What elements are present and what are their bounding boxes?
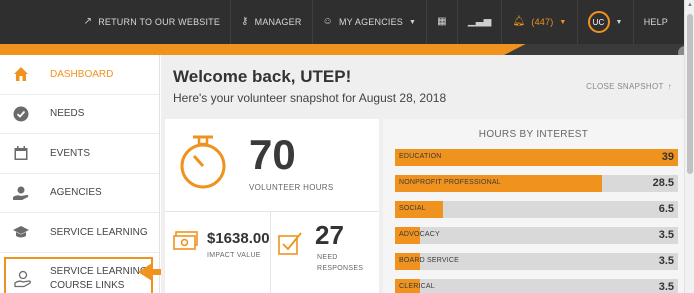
my-agencies-label: MY AGENCIES [338, 17, 404, 27]
sidebar-item-label: DASHBOARD [50, 68, 114, 80]
page-scrollbar[interactable]: ▲ [684, 0, 694, 293]
collapse-icon: ↑ [667, 82, 672, 91]
sidebar-item-label: NEEDS [50, 108, 85, 120]
sidebar-item-label: SERVICE LEARNING COURSE LINKS [50, 265, 148, 291]
hand-heart-icon [12, 184, 30, 202]
sidebar-item-label: SERVICE LEARNING [50, 226, 148, 238]
volunteer-hours-label: VOLUNTEER HOURS [249, 183, 334, 192]
scroll-up-icon[interactable]: ▲ [687, 2, 693, 8]
main-content: Welcome back, UTEP! Here's your voluntee… [161, 55, 684, 293]
page-title: Welcome back, UTEP! [173, 67, 352, 86]
manager-label: MANAGER [254, 17, 302, 27]
bell-icon: 🔔︎ [512, 16, 526, 27]
top-nav-bar: ↗ RETURN TO OUR WEBSITE ⚷ MANAGER ☺ MY A… [0, 0, 684, 44]
impact-value: $1638.00 [207, 230, 270, 247]
sidebar-item-service-learning-course-links[interactable]: SERVICE LEARNING COURSE LINKS [4, 256, 153, 293]
users-icon: ☺ [322, 16, 333, 27]
interest-bar-label: SOCIAL [399, 205, 426, 212]
notifications-count: (447) [531, 17, 554, 27]
return-to-website-label: RETURN TO OUR WEBSITE [98, 17, 221, 27]
my-agencies-dropdown[interactable]: ☺ MY AGENCIES ▼ [311, 0, 427, 44]
check-circle-icon [12, 105, 30, 123]
interest-bar-value: 3.5 [658, 281, 674, 293]
calendar-icon [12, 144, 30, 162]
sidebar-item-needs[interactable]: NEEDS [0, 95, 159, 134]
stopwatch-icon [180, 135, 226, 189]
volunteer-hours-value: 70 [249, 131, 296, 178]
sidebar-item-events[interactable]: EVENTS [0, 134, 159, 174]
sidebar: DASHBOARD NEEDS EVENTS AGENCIES SERVICE … [0, 55, 160, 293]
interest-bar-row: SOCIAL 6.5 [395, 201, 678, 218]
interest-bar-label: CLERICAL [399, 283, 435, 290]
need-responses-label: NEED RESPONSES [317, 254, 364, 273]
hand-link-icon [14, 270, 32, 288]
snapshot-subtitle: Here's your volunteer snapshot for Augus… [173, 91, 447, 105]
hours-by-interest-title: HOURS BY INTEREST [478, 129, 589, 140]
home-icon [12, 65, 30, 83]
interest-bar-label: BOARD SERVICE [399, 257, 460, 264]
chevron-down-icon: ▼ [409, 18, 417, 26]
checkbox-icon [278, 232, 302, 255]
interest-bar-label: ADVOCACY [399, 231, 440, 238]
interest-bar-row: BOARD SERVICE 3.5 [395, 253, 678, 270]
user-menu[interactable]: UC ▼ [576, 0, 633, 44]
interest-bar-value: 3.5 [658, 255, 674, 267]
interest-bar-label: EDUCATION [399, 153, 442, 160]
interest-bar-row: EDUCATION 39 [395, 149, 678, 166]
calendar-icon: ▦ [437, 16, 447, 27]
sidebar-item-label: AGENCIES [50, 187, 102, 199]
interest-bar-row: ADVOCACY 3.5 [395, 227, 678, 244]
money-icon [173, 231, 198, 250]
chevron-down-icon: ▼ [615, 18, 623, 26]
header-wedge [504, 44, 684, 55]
interest-bar-value: 28.5 [652, 177, 674, 189]
manager-link[interactable]: ⚷ MANAGER [230, 0, 311, 44]
interest-bar-label: NONPROFIT PROFESSIONAL [399, 179, 501, 186]
divider [270, 212, 271, 293]
interest-bar-value: 6.5 [658, 203, 674, 215]
help-link[interactable]: HELP [632, 0, 678, 44]
need-responses-value: 27 [315, 220, 344, 250]
help-label: HELP [643, 17, 668, 27]
chart-icon: ▁▃▅ [467, 16, 492, 27]
notifications-dropdown[interactable]: 🔔︎ (447) ▼ [501, 0, 576, 44]
sidebar-item-dashboard[interactable]: DASHBOARD [0, 55, 159, 95]
impact-needs-row: $1638.00 IMPACT VALUE 27 NEED RESPONSES [165, 211, 379, 293]
external-link-icon: ↗ [83, 16, 93, 27]
header-accent-strip [0, 44, 684, 55]
key-icon: ⚷ [241, 16, 249, 27]
sidebar-item-agencies[interactable]: AGENCIES [0, 174, 159, 213]
interest-bar-row: NONPROFIT PROFESSIONAL 28.5 [395, 175, 678, 192]
impact-label: IMPACT VALUE [207, 252, 261, 259]
avatar: UC [587, 11, 610, 33]
volunteer-stats-card: 70 VOLUNTEER HOURS $1638.00 IMPACT VALUE… [165, 119, 379, 293]
sidebar-item-service-learning[interactable]: SERVICE LEARNING [0, 213, 159, 253]
interest-bar-value: 39 [661, 151, 674, 163]
hours-by-interest-card: HOURS BY INTEREST EDUCATION 39 NONPROFIT P… [383, 119, 684, 293]
interest-bar-row: CLERICAL 3.5 [395, 279, 678, 293]
close-snapshot-label: CLOSE SNAPSHOT [586, 82, 664, 91]
close-snapshot-button[interactable]: CLOSE SNAPSHOT ↑ [586, 82, 672, 91]
reports-nav-button[interactable]: ▁▃▅ [456, 0, 502, 44]
graduation-cap-icon [12, 223, 30, 241]
return-to-website-link[interactable]: ↗ RETURN TO OUR WEBSITE [74, 0, 230, 44]
sidebar-item-label: EVENTS [50, 147, 91, 159]
calendar-nav-button[interactable]: ▦ [426, 0, 457, 44]
chevron-down-icon: ▼ [559, 18, 567, 26]
scrollbar-thumb[interactable] [687, 14, 693, 174]
interest-bar-value: 3.5 [658, 229, 674, 241]
